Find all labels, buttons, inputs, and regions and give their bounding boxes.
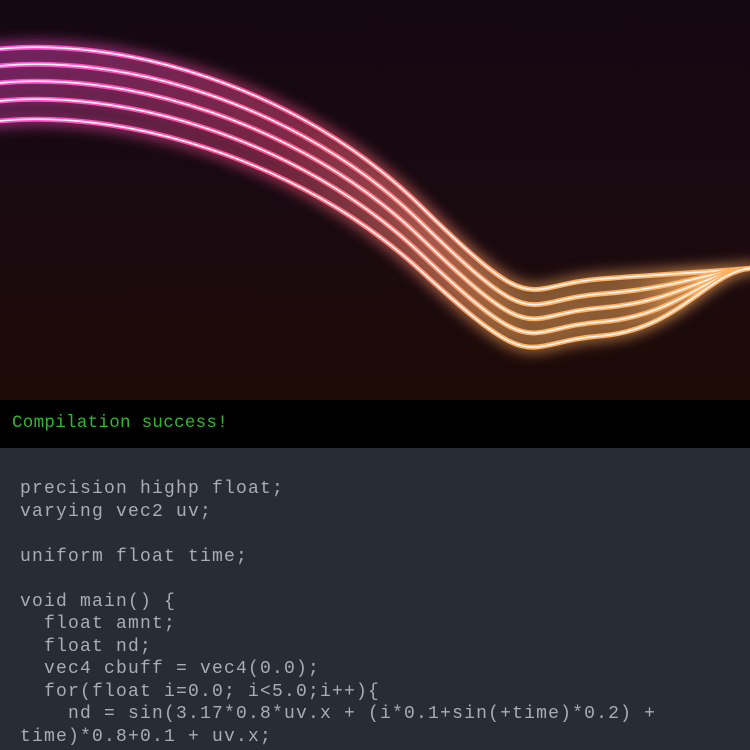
code-text[interactable]: precision highp float; varying vec2 uv; u… — [20, 478, 656, 748]
code-line: time)*0.8+0.1 + uv.x; — [20, 726, 273, 747]
code-line: vec4 cbuff = vec4(0.0); — [20, 659, 321, 679]
code-line: precision highp float; — [20, 479, 285, 499]
shader-preview-canvas — [0, 0, 750, 400]
code-editor[interactable]: precision highp float; varying vec2 uv; u… — [0, 448, 750, 750]
code-line: uniform float time; — [20, 546, 249, 567]
compile-status-bar: Compilation success! — [0, 400, 750, 448]
code-line: void main() { — [20, 591, 177, 612]
code-line: varying vec2 uv; — [20, 501, 213, 522]
compile-status-message: Compilation success! — [12, 413, 229, 433]
code-line: for(float i=0.0; i<5.0;i++){ — [20, 681, 381, 702]
code-line: nd = sin(3.17*0.8*uv.x + (i*0.1+sin(+tim… — [20, 704, 657, 724]
wave-render — [0, 0, 750, 400]
code-line: float amnt; — [20, 614, 177, 634]
code-line: float nd; — [20, 636, 153, 657]
